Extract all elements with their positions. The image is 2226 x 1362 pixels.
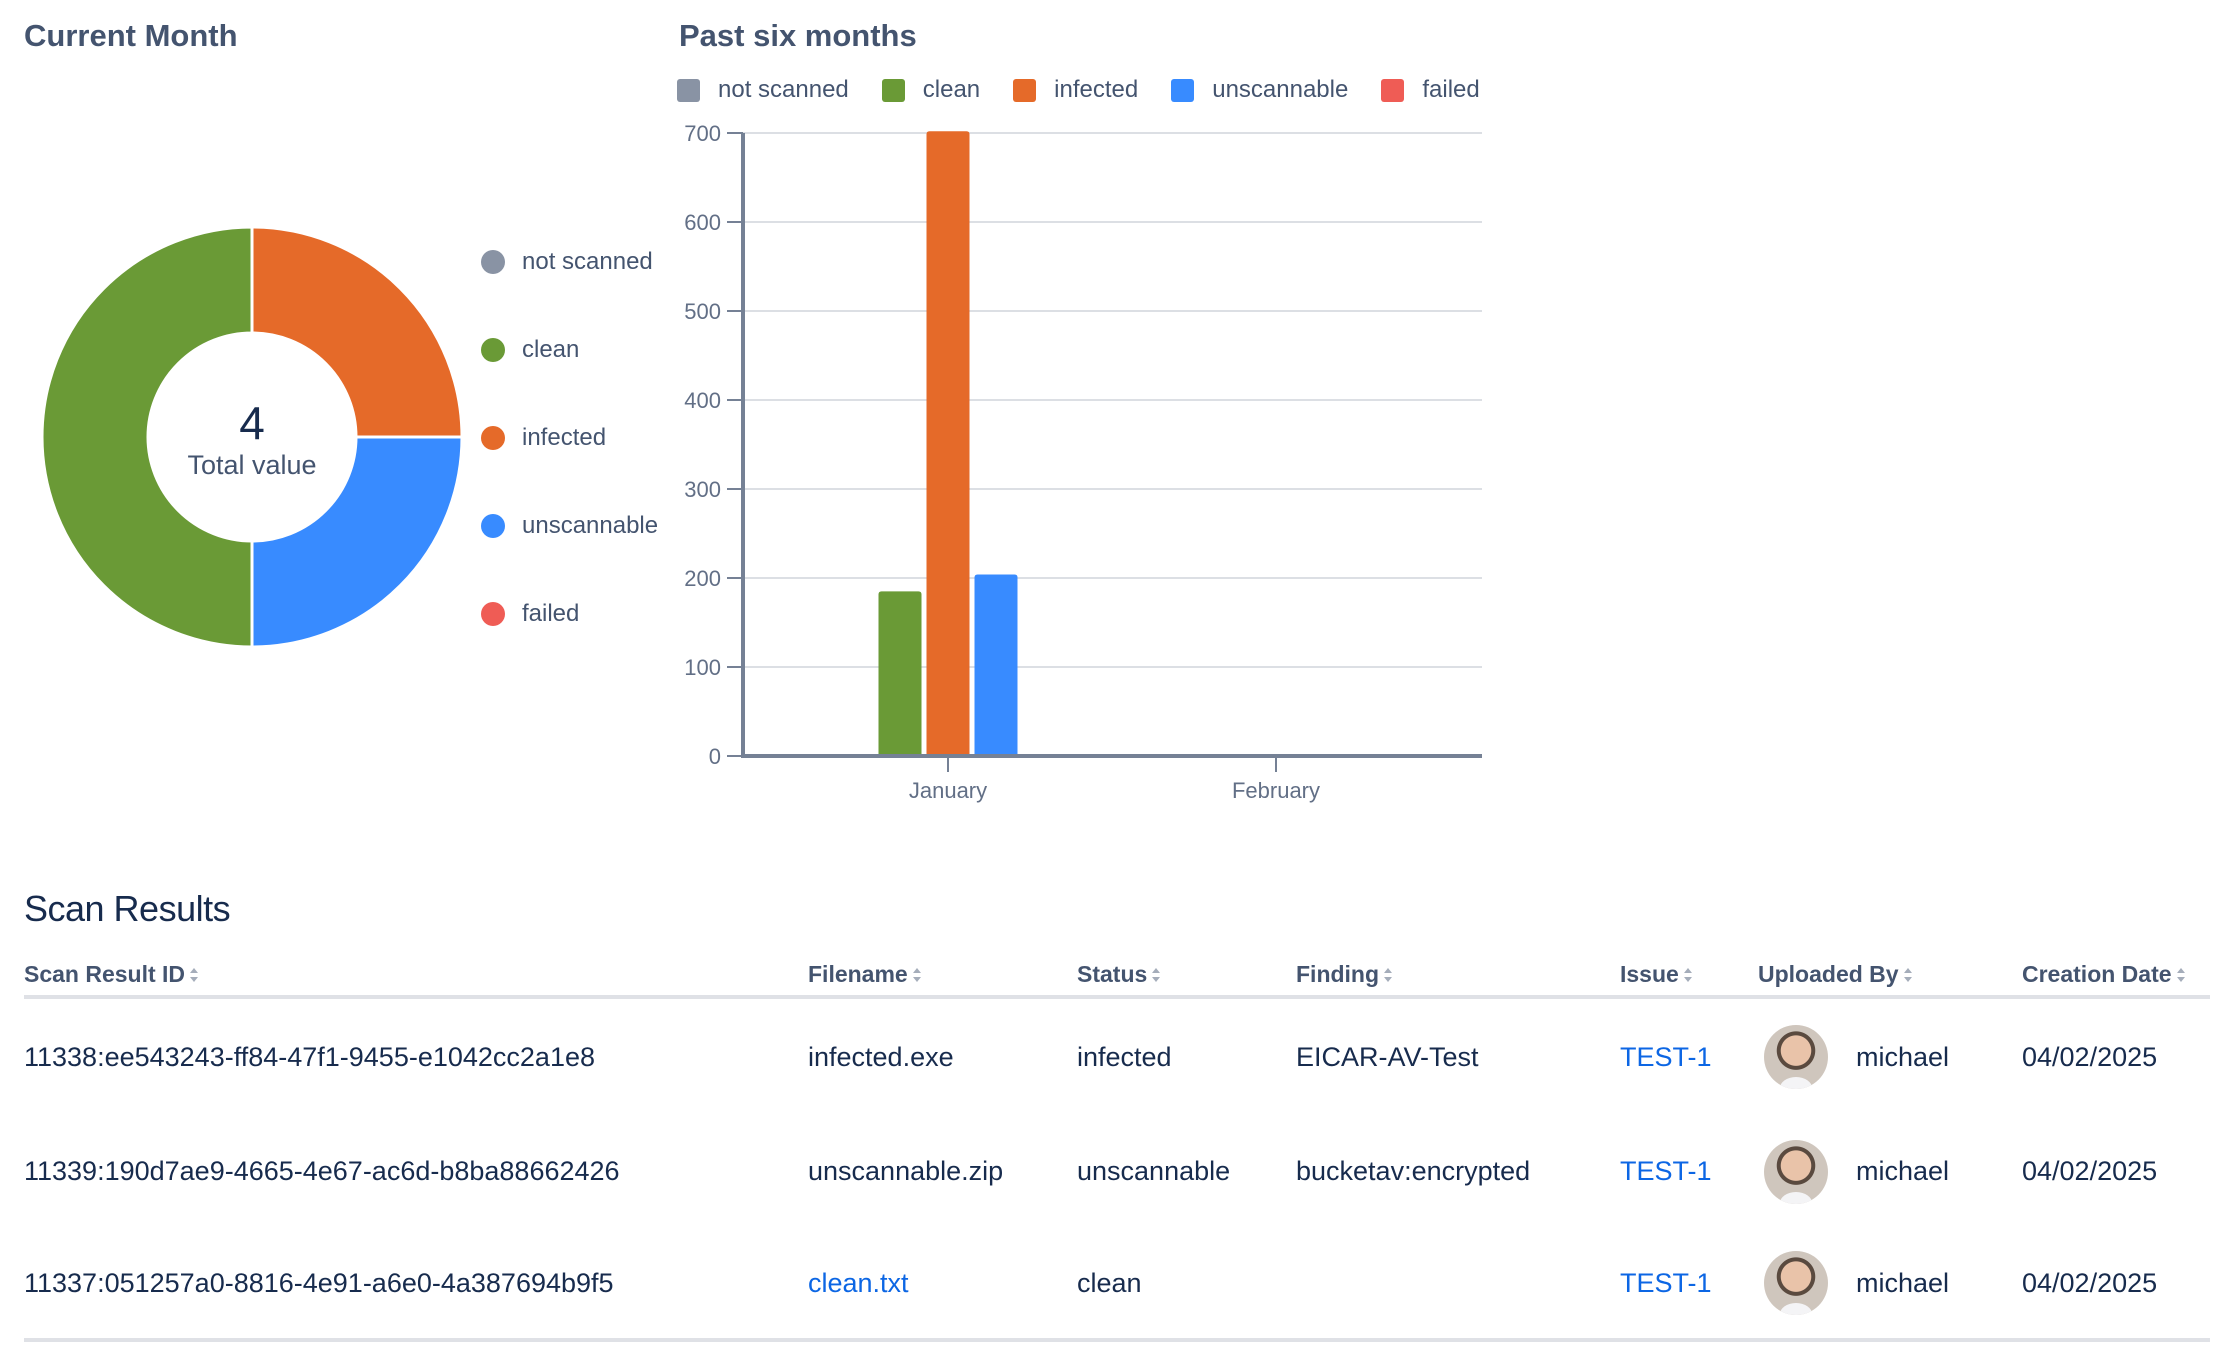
column-header-scan-result-id[interactable]: Scan Result ID <box>24 955 808 999</box>
cell-issue: TEST-1 <box>1620 997 1758 1115</box>
bar-january-infected[interactable] <box>926 131 970 757</box>
scan-results-title: Scan Results <box>24 888 231 929</box>
cell-scan-result-id: 11338:ee543243-ff84-47f1-9455-e1042cc2a1… <box>24 1041 595 1072</box>
x-tick-label: January <box>909 778 987 803</box>
uploader-name: michael <box>1856 1267 1950 1298</box>
cell-finding <box>1296 1228 1620 1342</box>
sort-icon[interactable] <box>1903 962 1913 989</box>
column-header-issue[interactable]: Issue <box>1620 955 1758 999</box>
table-header-row: Scan Result ID Filename Status Finding I… <box>24 955 2210 999</box>
sort-icon[interactable] <box>1151 962 1161 989</box>
cell-finding: bucketav:encrypted <box>1296 1156 1531 1186</box>
column-header-finding[interactable]: Finding <box>1296 955 1620 999</box>
cell-issue: TEST-1 <box>1620 1115 1758 1228</box>
cell-uploaded-by: michael <box>1758 997 2022 1115</box>
cell-filename: infected.exe <box>808 1041 954 1072</box>
cell-creation-date: 04/02/2025 <box>2022 1228 2210 1342</box>
y-tick-label: 0 <box>709 744 721 769</box>
sort-icon[interactable] <box>912 962 922 989</box>
cell-status: infected <box>1077 1041 1172 1072</box>
uploader-name: michael <box>1856 1041 1950 1072</box>
filename-link[interactable]: clean.txt <box>808 1268 909 1298</box>
scan-results-table: Scan Result ID Filename Status Finding I… <box>24 955 2210 1342</box>
cell-issue: TEST-1 <box>1620 1228 1758 1342</box>
column-header-uploaded-by[interactable]: Uploaded By <box>1758 955 2022 999</box>
issue-link[interactable]: TEST-1 <box>1620 1042 1712 1072</box>
table-row: 11337:051257a0-8816-4e91-a6e0-4a387694b9… <box>24 1228 2210 1342</box>
column-header-filename[interactable]: Filename <box>808 955 1077 999</box>
y-tick-label: 500 <box>684 299 721 324</box>
table-row: 11339:190d7ae9-4665-4e67-ac6d-b8ba886624… <box>24 1115 2210 1228</box>
cell-filename: clean.txt <box>808 1228 1077 1342</box>
column-header-creation-date[interactable]: Creation Date <box>2022 955 2210 999</box>
bar-january-unscannable[interactable] <box>974 574 1018 756</box>
cell-scan-result-id: 11339:190d7ae9-4665-4e67-ac6d-b8ba886624… <box>24 1156 620 1186</box>
y-tick-label: 600 <box>684 210 721 235</box>
cell-creation-date: 04/02/2025 <box>2022 1156 2158 1186</box>
sort-icon[interactable] <box>1383 962 1393 989</box>
y-tick-label: 300 <box>684 477 721 502</box>
bar-january-clean[interactable] <box>878 591 922 756</box>
column-header-status[interactable]: Status <box>1077 955 1296 999</box>
avatar <box>1764 1025 1828 1089</box>
y-tick-label: 400 <box>684 388 721 413</box>
sort-icon[interactable] <box>1683 962 1693 989</box>
cell-scan-result-id: 11337:051257a0-8816-4e91-a6e0-4a387694b9… <box>24 1228 808 1342</box>
y-tick-label: 700 <box>684 121 721 146</box>
cell-uploaded-by: michael <box>1758 1228 2022 1342</box>
cell-finding: EICAR-AV-Test <box>1296 1041 1479 1072</box>
issue-link[interactable]: TEST-1 <box>1620 1268 1712 1298</box>
y-tick-label: 200 <box>684 566 721 591</box>
cell-filename: unscannable.zip <box>808 1156 1004 1186</box>
issue-link[interactable]: TEST-1 <box>1620 1156 1712 1186</box>
cell-creation-date: 04/02/2025 <box>2022 1041 2158 1072</box>
x-tick-label: February <box>1232 778 1320 803</box>
cell-status: unscannable <box>1077 1156 1231 1186</box>
uploader-name: michael <box>1856 1156 1950 1186</box>
sort-icon[interactable] <box>2176 962 2186 989</box>
avatar <box>1764 1139 1828 1204</box>
cell-status: clean <box>1077 1228 1296 1342</box>
avatar <box>1764 1251 1828 1315</box>
table-row: 11338:ee543243-ff84-47f1-9455-e1042cc2a1… <box>24 997 2210 1115</box>
y-tick-label: 100 <box>684 655 721 680</box>
sort-icon[interactable] <box>189 962 199 989</box>
cell-uploaded-by: michael <box>1758 1115 2022 1228</box>
bar-chart: 0 100 200 300 400 500 600 700 January February <box>684 121 1482 803</box>
